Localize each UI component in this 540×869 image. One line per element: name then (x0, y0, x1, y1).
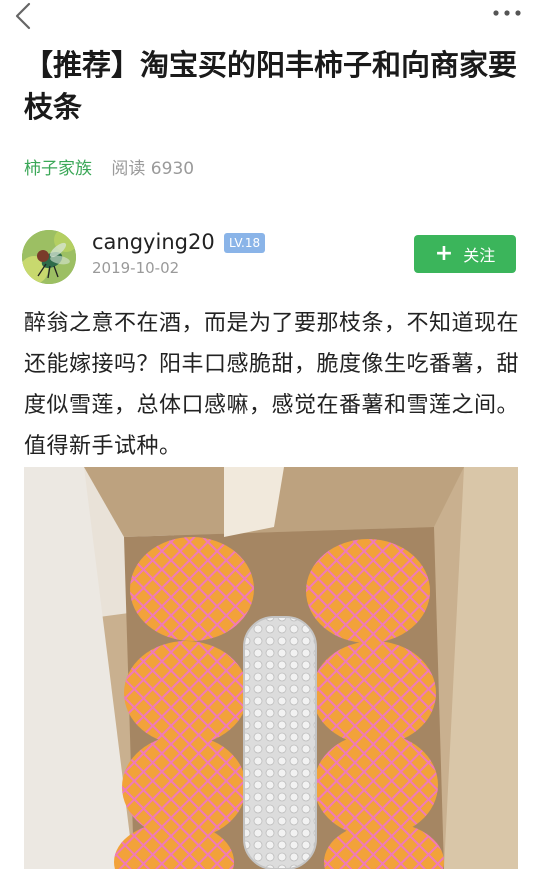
more-options-icon[interactable] (492, 6, 522, 20)
category-link[interactable]: 柿子家族 (24, 159, 92, 179)
follow-label: 关注 (463, 246, 496, 265)
post-title: 【推荐】淘宝买的阳丰柿子和向商家要枝条 (24, 48, 518, 124)
post-date: 2019-10-02 (92, 259, 180, 277)
author-username[interactable]: cangying20 (92, 230, 215, 254)
read-count: 阅读 6930 (111, 159, 195, 179)
post-body: 醉翁之意不在酒，而是为了要那枝条，不知道现在还能嫁接吗？阳丰口感脆甜，脆度像生吃… (24, 311, 520, 459)
persimmons-in-box-photo[interactable] (24, 467, 518, 869)
post-meta: 柿子家族 阅读 6930 (24, 158, 194, 180)
back-arrow-icon[interactable] (10, 2, 38, 30)
fly-avatar-icon[interactable] (22, 230, 76, 284)
plus-icon: + (434, 241, 454, 266)
top-bar (0, 0, 540, 32)
follow-button[interactable]: + 关注 (414, 235, 516, 273)
level-badge: LV.18 (224, 233, 266, 253)
